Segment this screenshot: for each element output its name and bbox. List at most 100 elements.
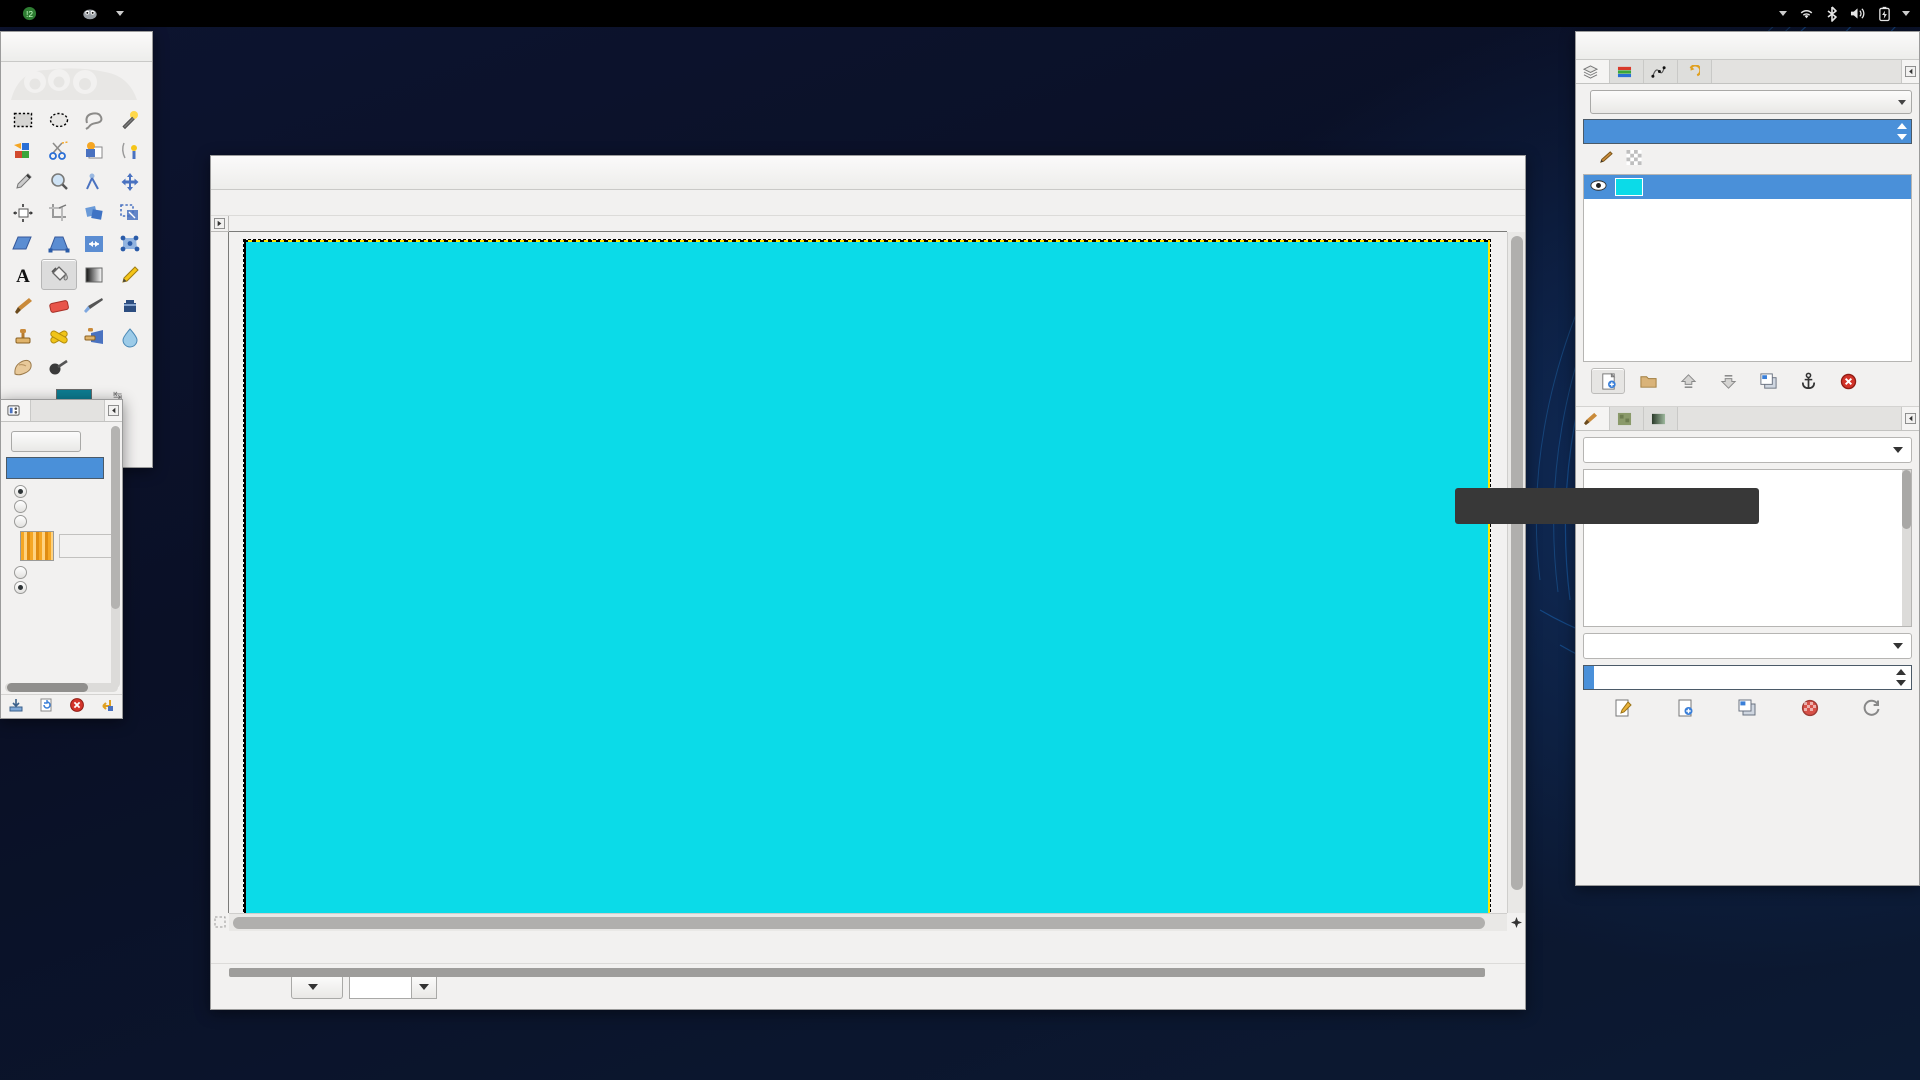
quick-mask-toggle[interactable] [211,913,229,931]
align-tool[interactable] [5,197,41,228]
zoom-tool[interactable] [41,166,77,197]
menu-view[interactable] [267,200,283,206]
paintbrush-tool[interactable] [5,290,41,321]
pattern-selector-row[interactable] [20,531,117,561]
flip-tool[interactable] [77,228,113,259]
menu-help[interactable] [379,200,395,206]
measure-tool[interactable] [77,166,113,197]
fuzzy-select-tool[interactable] [112,104,148,135]
ime-chevron-down-icon[interactable] [1779,11,1787,16]
layer-visibility-icon[interactable] [1590,179,1607,195]
layer-toolbar[interactable] [1583,362,1912,400]
tab-channels[interactable] [1610,60,1644,83]
tool-options-opacity-slider[interactable] [6,457,104,479]
unit-combo[interactable] [291,974,343,999]
toolbox-close-button[interactable] [125,38,143,56]
anchor-layer-icon[interactable] [1791,368,1825,394]
brush-spacing-slider[interactable] [1583,665,1912,690]
foreground-select-tool[interactable] [77,135,113,166]
tool-options-vertical-scrollbar[interactable] [111,426,120,688]
rotate-tool[interactable] [77,197,113,228]
app-menu-button[interactable] [72,0,134,27]
fill-type-pattern-radio[interactable] [14,515,117,528]
layers-dock-tabrow[interactable] [1576,60,1919,84]
duplicate-brush-icon[interactable] [1737,698,1757,721]
volume-icon[interactable] [1849,6,1867,21]
tab-undo-history[interactable] [1678,60,1712,83]
activities-button[interactable]: !2 [12,0,54,27]
tab-brushes[interactable] [1576,407,1610,430]
zoom-control[interactable] [349,974,437,999]
system-menu-chevron-down-icon[interactable] [1902,11,1910,16]
delete-layer-icon[interactable] [1831,368,1865,394]
menu-select[interactable] [251,200,267,206]
layer-list[interactable] [1583,174,1912,362]
pencil-tool[interactable] [112,259,148,290]
menu-windows[interactable] [363,200,379,206]
tab-tool-options[interactable] [1,400,31,421]
cage-transform-tool[interactable] [112,228,148,259]
fill-type-fg-radio[interactable] [14,485,117,498]
bluetooth-icon[interactable] [1826,5,1838,22]
lock-pixels-icon[interactable] [1597,150,1614,168]
menu-image[interactable] [283,200,299,206]
layer-mode-combo[interactable] [1590,90,1912,114]
gradient-tool[interactable] [77,259,113,290]
menu-file[interactable] [219,200,235,206]
affected-area-whole-radio[interactable] [14,566,117,579]
chevron-down-icon[interactable] [1893,447,1903,453]
zoom-value-input[interactable] [349,974,411,999]
layer-opacity-slider[interactable] [1583,119,1912,144]
maze-image[interactable] [246,242,1488,913]
canvas-image[interactable] [243,239,1491,913]
menu-edit[interactable] [235,200,251,206]
brush-toolbar[interactable] [1576,690,1919,729]
image-window-close-button[interactable] [1498,164,1516,182]
ruler-unit-button[interactable] [211,216,229,232]
ellipse-select-tool[interactable] [41,104,77,135]
menu-tools[interactable] [331,200,347,206]
rect-select-tool[interactable] [5,104,41,135]
new-brush-icon[interactable] [1675,698,1695,721]
scissors-select-tool[interactable] [41,135,77,166]
brushes-dock-tabrow[interactable] [1576,407,1919,431]
menu-layer[interactable] [299,200,315,206]
delete-brush-icon[interactable] [1800,698,1820,721]
scale-tool[interactable] [112,197,148,228]
lock-alpha-icon[interactable] [1626,150,1642,168]
fill-type-bg-radio[interactable] [14,500,117,513]
layer-row-background[interactable] [1584,175,1911,199]
battery-charging-icon[interactable] [1878,6,1891,22]
tool-options-button-row[interactable] [1,694,122,718]
brush-filter-input[interactable] [1583,437,1912,463]
clone-tool[interactable] [5,321,41,352]
canvas-viewport[interactable] [229,232,1507,913]
restore-tool-preset-icon[interactable] [38,697,54,716]
bucket-fill-tool[interactable] [40,259,77,290]
ink-tool[interactable] [112,290,148,321]
text-tool[interactable]: A [5,259,41,290]
move-tool[interactable] [112,166,148,197]
free-select-tool[interactable] [77,104,113,135]
reset-tool-options-icon[interactable] [99,697,115,716]
tab-layers[interactable] [1576,60,1610,83]
tool-options-horizontal-scrollbar[interactable] [5,683,118,692]
eraser-tool[interactable] [41,290,77,321]
airbrush-tool[interactable] [77,290,113,321]
vertical-ruler[interactable] [211,232,229,913]
perspective-clone-tool[interactable] [77,321,113,352]
menu-colors[interactable] [315,200,331,206]
blur-sharpen-tool[interactable] [112,321,148,352]
save-tool-preset-icon[interactable] [8,697,24,716]
brushes-dock-menu-button[interactable] [1901,407,1919,430]
right-dock-close-button[interactable] [1892,37,1910,55]
tool-options-dock-menu-button[interactable] [104,400,122,421]
new-layer-group-icon[interactable] [1631,368,1665,394]
raise-layer-icon[interactable] [1671,368,1705,394]
smudge-tool[interactable] [5,352,41,383]
tool-options-mode-combo[interactable] [11,431,81,452]
brush-tag-combo[interactable] [1583,633,1912,659]
layer-opacity-spinner[interactable] [1893,120,1911,143]
delete-tool-preset-icon[interactable] [69,697,85,716]
zoom-dropdown-button[interactable] [411,974,437,999]
